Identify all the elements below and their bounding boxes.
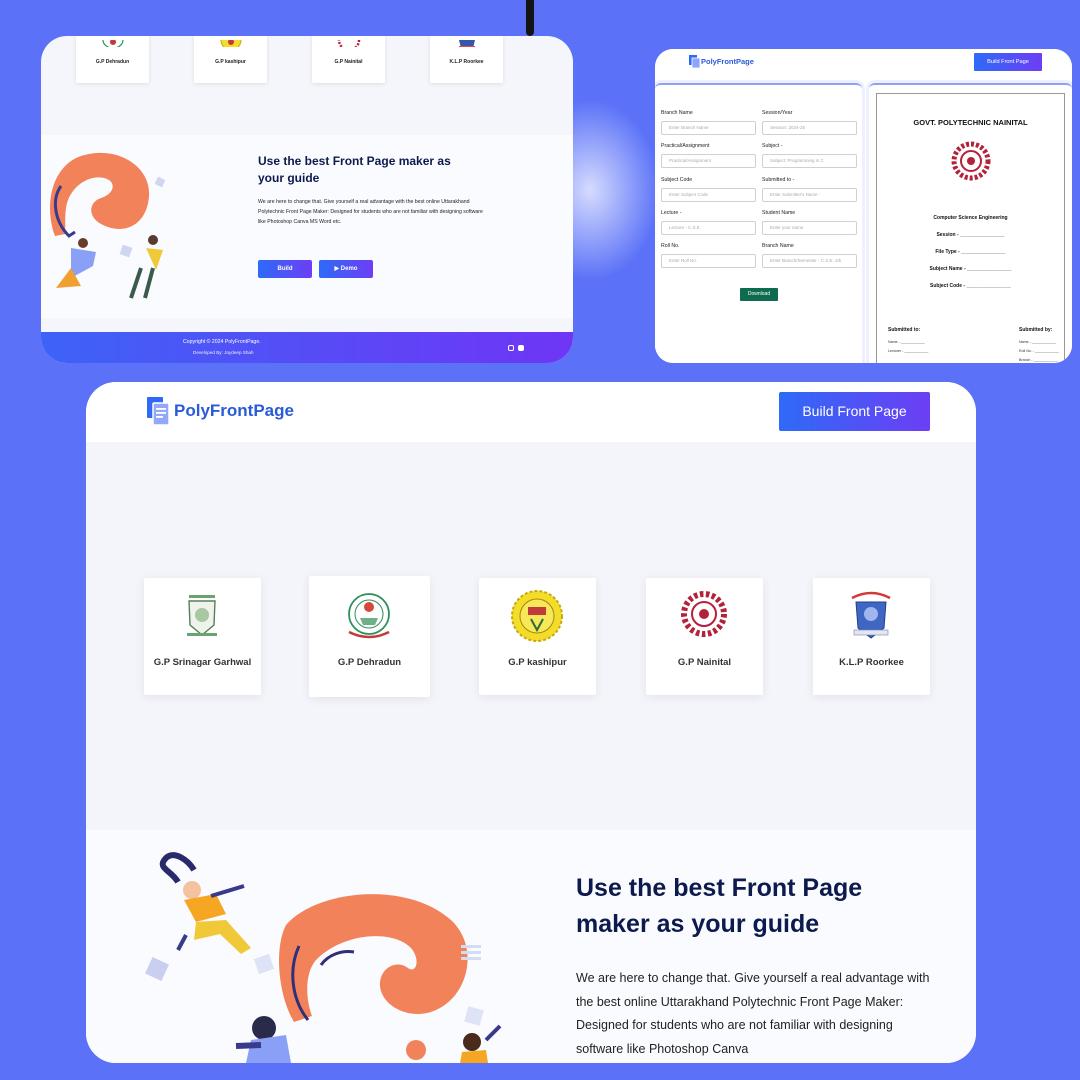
roll-no-input[interactable]: Enter Roll No. xyxy=(661,254,756,268)
college-name: G.P Nainital xyxy=(334,59,363,65)
build-front-page-button[interactable]: Build Front Page xyxy=(779,392,930,431)
builder-preview-card: PolyFrontPage Build Front Page Branch Na… xyxy=(655,49,1072,363)
college-card-kashipur[interactable]: G.P kashipur xyxy=(479,578,596,695)
developer-credit: Developed By: Joydeep Shah xyxy=(193,350,254,355)
build-front-page-button[interactable]: Build Front Page xyxy=(974,53,1042,71)
college-name: G.P Dehradun xyxy=(337,657,402,668)
college-card-kashipur-small[interactable]: G.P kashipur xyxy=(194,36,267,83)
field-label: Practical/Assignment xyxy=(661,143,710,149)
kashipur-logo-icon xyxy=(511,590,563,642)
preview-session: Session - ________________ xyxy=(936,232,1005,238)
navbar: PolyFrontPage Build Front Page xyxy=(655,49,1072,79)
college-name: G.P Srinagar Garhwal xyxy=(153,657,252,668)
field-label: Lecture - xyxy=(661,210,682,216)
field-label: Roll No. xyxy=(661,243,680,249)
student-name-input[interactable]: Enter your name xyxy=(762,221,857,235)
college-card-roorkee[interactable]: K.L.P Roorkee xyxy=(813,578,930,695)
college-name: G.P Nainital xyxy=(677,657,732,668)
college-logo-icon xyxy=(218,36,244,47)
field-label: Subject - xyxy=(762,143,783,149)
brand-name[interactable]: PolyFrontPage xyxy=(174,401,294,421)
branch-name-input[interactable]: Enter Branch Name xyxy=(661,121,756,135)
college-card-srinagar[interactable]: G.P Srinagar Garhwal xyxy=(144,578,261,695)
hero-illustration xyxy=(49,152,166,299)
roorkee-logo-icon xyxy=(851,591,891,639)
preview-department: Computer Science Engineering xyxy=(933,215,1008,221)
demo-label: Demo xyxy=(340,266,358,272)
session-input[interactable]: Session: 2024-25 xyxy=(762,121,857,135)
preview-file-type: File Type - ________________ xyxy=(935,249,1006,255)
college-name: G.P kashipur xyxy=(215,59,246,65)
subject-input[interactable]: Subject: Programming in C xyxy=(762,154,857,168)
home-preview-card: G.P Dehradun G.P kashipur G.P Nainital K… xyxy=(41,36,573,363)
lecture-input[interactable]: Lecture - C.S.E xyxy=(661,221,756,235)
hanging-cord xyxy=(526,0,534,36)
college-name: K.L.P Roorkee xyxy=(449,59,484,65)
copyright-text: Copyright © 2024 PolyFrontPage. xyxy=(183,339,261,345)
preview-paper: GOVT. POLYTECHNIC NAINITAL Computer Scie… xyxy=(876,93,1065,363)
build-button[interactable]: Build xyxy=(258,260,312,278)
college-card-nainital[interactable]: G.P Nainital xyxy=(646,578,763,695)
submitted-to-input[interactable]: Enter Submitter's Name - xyxy=(762,188,857,202)
college-logo-icon xyxy=(100,36,126,47)
hero-title: Use the best Front Page maker as your gu… xyxy=(258,154,451,185)
subject-code-input[interactable]: Enter Subject Code xyxy=(661,188,756,202)
field-label: Branch Name xyxy=(661,110,693,116)
demo-button[interactable]: ▶ Demo xyxy=(319,260,373,278)
nainital-logo-icon xyxy=(681,591,727,637)
college-name: G.P Dehradun xyxy=(95,59,130,65)
youtube-icon[interactable] xyxy=(518,345,524,351)
instagram-icon[interactable] xyxy=(508,345,514,351)
front-page-form: Branch Name Enter Branch Name Session/Ye… xyxy=(655,83,862,363)
college-card-dehradun[interactable]: G.P Dehradun xyxy=(309,576,430,697)
hero-illustration xyxy=(145,852,502,1063)
logo-icon xyxy=(147,397,170,426)
preview-subject-name: Subject Name - ________________ xyxy=(929,266,1012,272)
field-label: Session/Year xyxy=(762,110,793,116)
college-name: G.P kashipur xyxy=(508,657,567,668)
front-page-preview: GOVT. POLYTECHNIC NAINITAL Computer Scie… xyxy=(869,83,1072,363)
logo-icon xyxy=(689,55,701,69)
practical-input[interactable]: Practical/Assignment xyxy=(661,154,756,168)
dehradun-logo-icon xyxy=(348,593,390,639)
hero-section: Use the best Front Page maker as your gu… xyxy=(86,830,976,1063)
college-card-nainital-small[interactable]: G.P Nainital xyxy=(312,36,385,83)
preview-subject-code: Subject Code - ________________ xyxy=(930,283,1011,289)
srinagar-logo-icon xyxy=(187,595,217,636)
field-label: Student Name xyxy=(762,210,796,216)
preview-line: Name - ____________ xyxy=(888,340,925,344)
main-home-card: PolyFrontPage Build Front Page G.P Srina… xyxy=(86,382,976,1063)
preview-line: Lecturer - ____________ xyxy=(888,349,929,353)
college-card-roorkee-small[interactable]: K.L.P Roorkee xyxy=(430,36,503,83)
preview-line: Roll No. - ____________ xyxy=(1019,349,1059,353)
nainital-logo-icon xyxy=(951,141,991,181)
submitted-to-label: Submitted to: xyxy=(888,327,921,333)
branch-semester-input[interactable]: Enter Branch/Semester - C.S.E. 4th xyxy=(762,254,857,268)
hero-description: We are here to change that. Give yoursel… xyxy=(258,199,483,225)
hero-title: Use the best Front Page maker as your gu… xyxy=(576,874,863,938)
college-logo-icon xyxy=(336,36,362,47)
field-label: Subject Code xyxy=(661,177,693,183)
college-name: K.L.P Roorkee xyxy=(839,657,904,668)
preview-title: GOVT. POLYTECHNIC NAINITAL xyxy=(913,118,1028,127)
college-logo-icon xyxy=(454,36,480,47)
hero-description: We are here to change that. Give yoursel… xyxy=(576,971,930,1056)
download-button[interactable]: Download xyxy=(740,288,778,301)
brand-name[interactable]: PolyFrontPage xyxy=(701,57,754,66)
hero-section-small: Use the best Front Page maker as your gu… xyxy=(41,135,573,318)
navbar: PolyFrontPage Build Front Page xyxy=(86,382,976,442)
college-section: G.P Srinagar Garhwal G.P Dehradun G.P ka… xyxy=(86,442,976,830)
footer: Copyright © 2024 PolyFrontPage. Develope… xyxy=(41,332,573,363)
field-label: Branch Name xyxy=(762,243,794,249)
preview-line: Branch - ____________ xyxy=(1019,358,1058,362)
submitted-by-label: Submitted by: xyxy=(1019,327,1053,333)
college-card-dehradun-small[interactable]: G.P Dehradun xyxy=(76,36,149,83)
field-label: Submitted to - xyxy=(762,177,795,183)
preview-line: Name - ____________ xyxy=(1019,340,1056,344)
